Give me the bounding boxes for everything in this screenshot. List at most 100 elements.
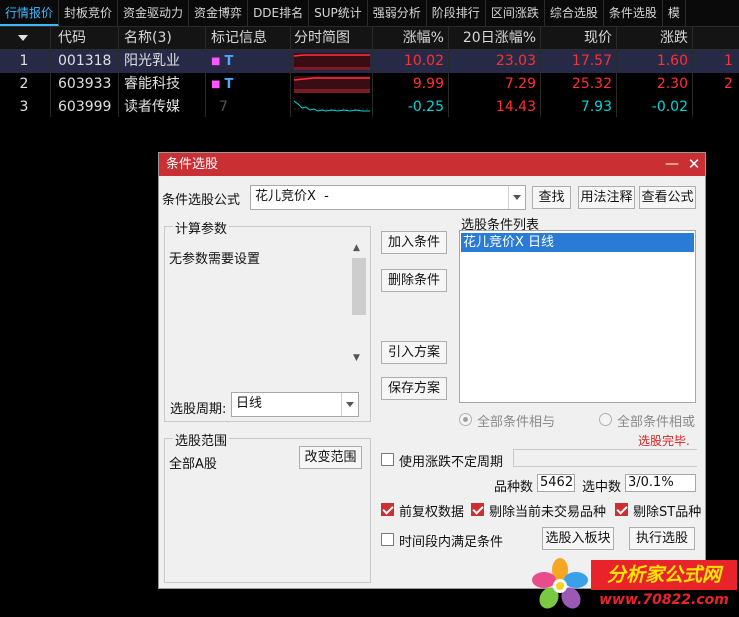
tab-fund-drive[interactable]: 资金驱动力 [118,0,190,26]
tab-strength[interactable]: 强弱分析 [368,0,427,26]
tab-range-change[interactable]: 区间涨跌 [486,0,545,26]
dialog-titlebar[interactable]: 条件选股 — ✕ [159,153,705,176]
pct-change: 9.99 [412,76,444,92]
execute-pick-button[interactable]: 执行选股 [629,527,695,550]
sparkline [292,50,372,73]
range-group: 选股范围 全部A股 改变范围 [164,430,371,583]
col-price[interactable]: 现价 [542,27,616,50]
table-row[interactable]: 2 603933 睿能科技 ■ T 9.99 7.29 25.32 2.30 2 [0,73,739,96]
pct-change: -0.25 [407,99,444,115]
pick-to-block-button[interactable]: 选股入板块 [542,527,614,550]
mark-label: T [224,77,234,92]
close-icon[interactable]: ✕ [683,153,705,176]
tab-more[interactable]: 模 [663,0,686,26]
divider [448,27,449,117]
scroll-thumb[interactable] [352,258,366,315]
add-condition-button[interactable]: 加入条件 [381,231,447,254]
divider [290,27,291,117]
tab-composite-pick[interactable]: 综合选股 [545,0,604,26]
import-scheme-button[interactable]: 引入方案 [381,341,447,364]
tab-quote[interactable]: 行情报价 [0,0,60,26]
change: -0.02 [651,99,688,115]
status-text: 选股完毕. [638,434,690,448]
sparkline [292,96,372,119]
time-range-label: 时间段内满足条件 [399,535,504,550]
save-scheme-button[interactable]: 保存方案 [381,377,447,400]
row-index: 3 [19,99,29,115]
range-value: 全部A股 [169,457,217,472]
price: 17.57 [571,53,612,69]
tab-sup-stats[interactable]: SUP统计 [309,0,368,26]
divider [205,27,206,117]
radio-and-label: 全部条件相与 [477,415,556,430]
chevron-down-icon[interactable] [508,186,525,209]
col-name[interactable]: 名称(3) [120,27,205,50]
scroll-up-icon[interactable]: ▲ [353,243,360,253]
list-item[interactable]: 花儿竞价X 日线 [461,233,694,252]
tab-stage-rank[interactable]: 阶段排行 [427,0,486,26]
tab-condition-pick[interactable]: 条件选股 [604,0,663,26]
scroll-down-icon[interactable]: ▼ [353,353,360,363]
chevron-down-icon[interactable] [341,393,358,416]
formula-value: 花儿竞价X - [255,189,329,204]
tab-bar: 行情报价 封板竞价 资金驱动力 资金博弈 DDE排名 SUP统计 强弱分析 阶段… [0,0,739,27]
col-change[interactable]: 涨跌 [618,27,692,50]
params-group: 计算参数 无参数需要设置 ▲ ▼ 选股周期: 日线 [164,218,371,422]
period-value: 日线 [236,396,263,411]
usage-note-button[interactable]: 用法注释 [578,186,635,209]
params-scrollbar[interactable]: ▲ ▼ [351,241,367,367]
sparkline-up-chart [293,53,370,70]
mark-info: ■ T [207,50,290,73]
sort-menu-icon[interactable] [0,27,48,50]
radio-and[interactable] [459,413,472,426]
params-legend: 计算参数 [173,218,230,237]
divider [616,27,617,117]
selected-label: 选中数 [582,480,622,495]
pct20-change: 7.29 [504,76,536,92]
tab-limit-bid[interactable]: 封板竞价 [59,0,119,26]
tab-dde-rank[interactable]: DDE排名 [248,0,310,26]
divider [372,27,373,117]
find-button[interactable]: 查找 [532,186,571,209]
dialog-title: 条件选股 [166,157,219,172]
period-range-field[interactable] [513,449,697,467]
count-label: 品种数 [494,480,534,495]
exclude-st-label: 剔除ST品种 [633,505,702,520]
table-row[interactable]: 3 603999 读者传媒 7 -0.25 14.43 7.93 -0.02 [0,96,739,119]
condition-pick-dialog: 条件选股 — ✕ 条件选股公式 花儿竞价X - 查找 用法注释 查看公式 计算参… [158,152,706,589]
radio-or[interactable] [599,413,612,426]
change-range-button[interactable]: 改变范围 [299,446,362,469]
time-range-checkbox[interactable] [381,533,394,546]
forward-adjust-checkbox[interactable] [381,503,394,516]
delete-condition-button[interactable]: 删除条件 [381,269,447,292]
col-pct[interactable]: 涨幅% [374,27,448,50]
flower-logo-icon [532,558,588,609]
tab-fund-game[interactable]: 资金博弈 [189,0,249,26]
minimize-icon[interactable]: — [661,153,683,176]
pct20-change: 23.03 [495,53,536,69]
divider [118,27,119,117]
pct-change: 10.02 [403,53,444,69]
view-formula-button[interactable]: 查看公式 [639,186,696,209]
col-sparkline[interactable]: 分时简图 [292,27,372,50]
exclude-st-checkbox[interactable] [615,503,628,516]
stock-code: 603933 [58,76,112,92]
period-select[interactable]: 日线 [231,392,359,417]
mark-info: 7 [207,96,290,119]
condition-list[interactable]: 花儿竞价X 日线 [459,230,696,403]
col-code[interactable]: 代码 [52,27,118,50]
use-period-checkbox[interactable] [381,453,394,466]
stock-code: 603999 [58,99,112,115]
table-row[interactable]: 1 001318 阳光乳业 ■ T 10.02 23.03 17.57 1.60 … [0,50,739,73]
truncated-col: 2 [724,76,733,92]
stock-code: 001318 [58,53,112,69]
divider [692,27,693,117]
change: 2.30 [656,76,688,92]
col-pct20[interactable]: 20日涨幅% [450,27,540,50]
col-mark[interactable]: 标记信息 [207,27,290,50]
formula-select[interactable]: 花儿竞价X - [250,185,526,210]
watermark: 分析家公式网 www.70822.com [527,556,737,614]
exclude-untraded-checkbox[interactable] [471,503,484,516]
sparkline-up-chart [293,76,370,93]
table-header: 代码 名称(3) 标记信息 分时简图 涨幅% 20日涨幅% 现价 涨跌 [0,27,739,50]
